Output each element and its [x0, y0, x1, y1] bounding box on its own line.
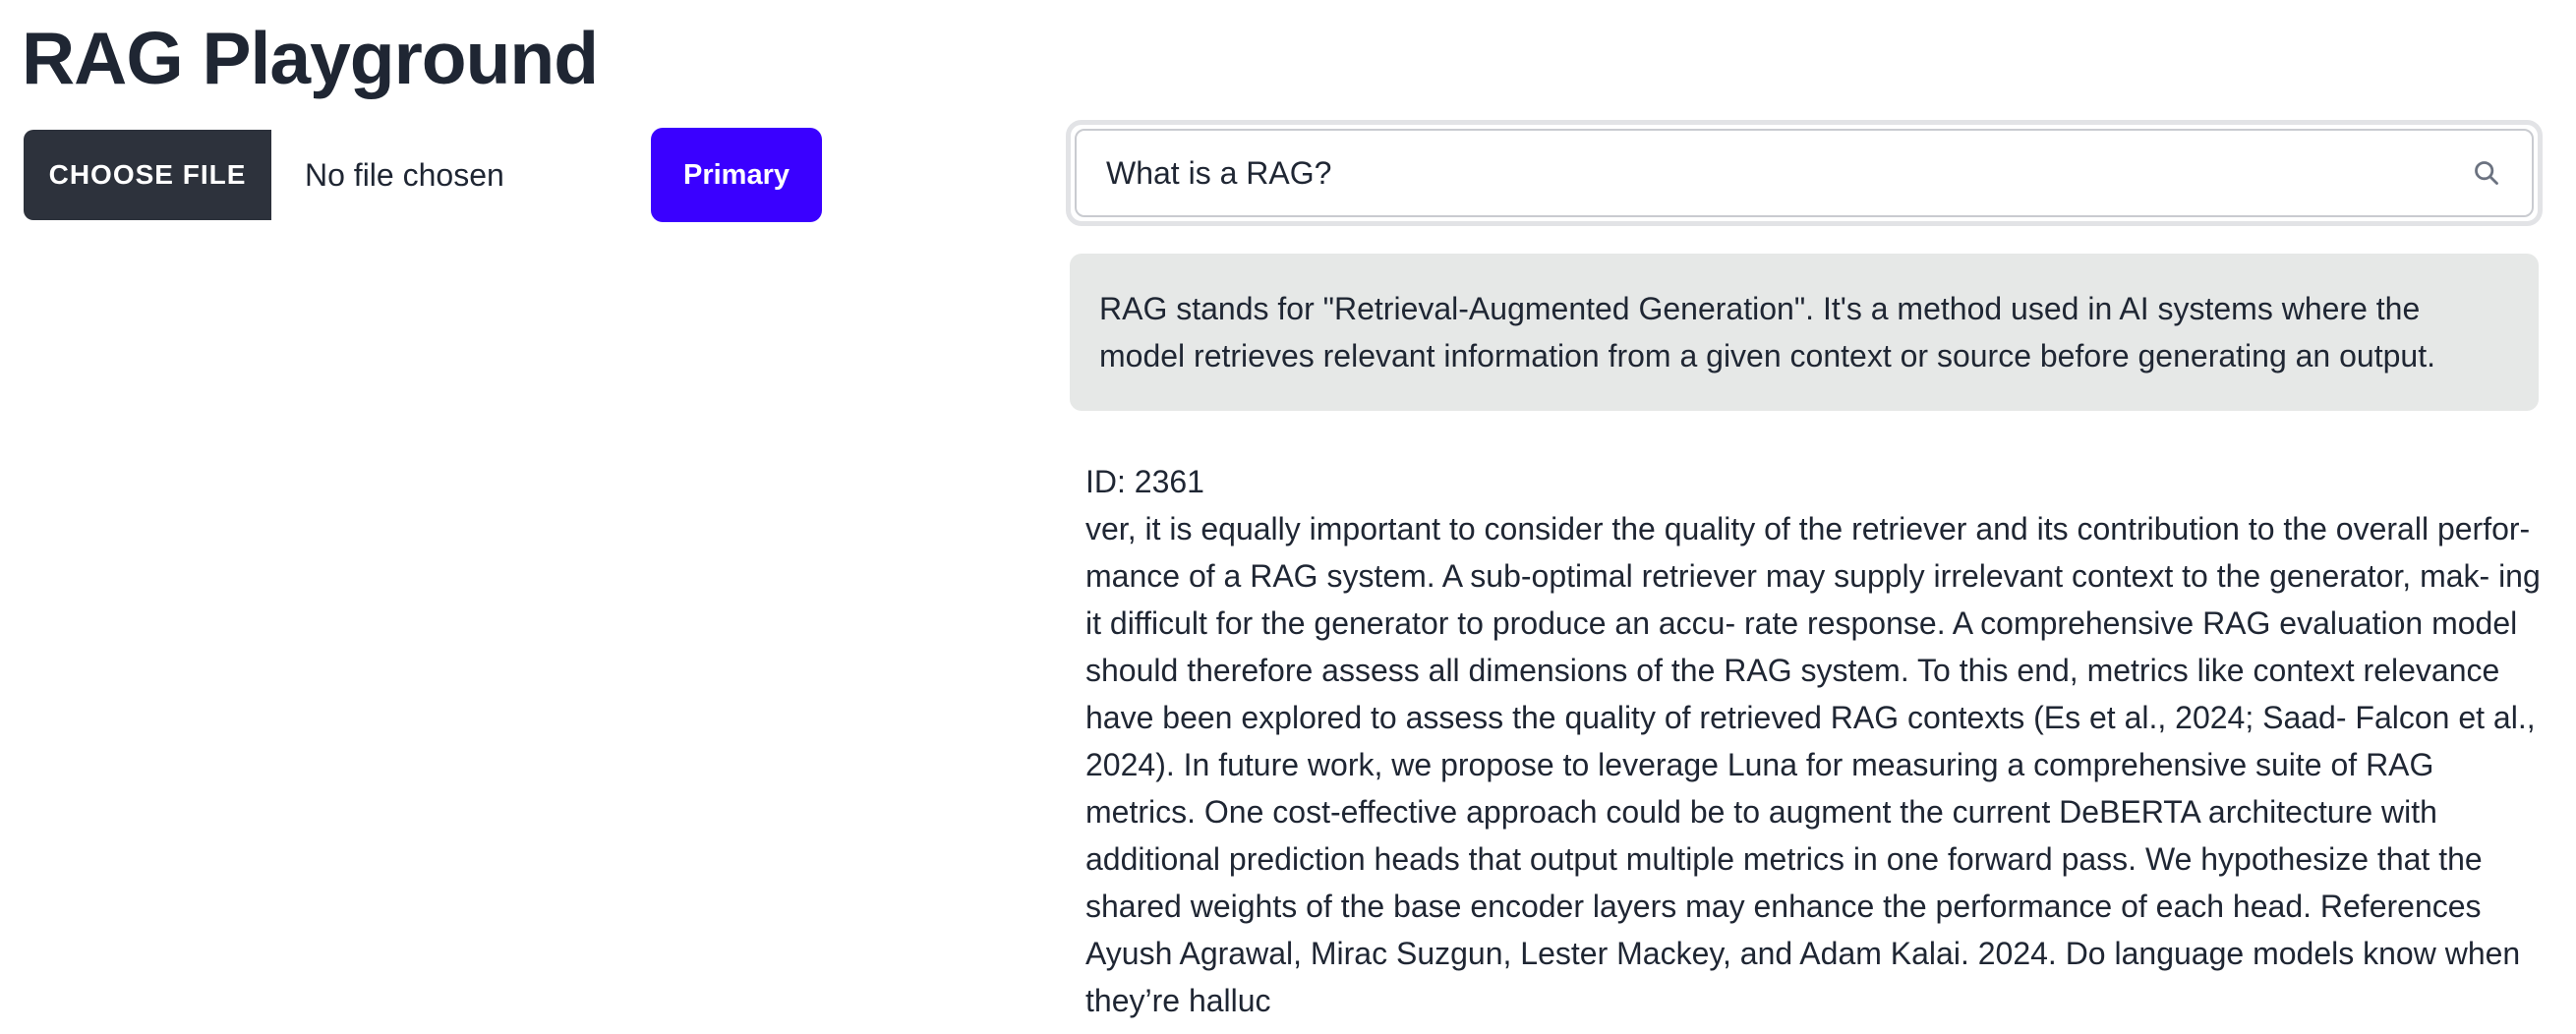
search-input[interactable]: [1077, 130, 2467, 216]
chunk-id: ID: 2361: [1085, 464, 1204, 499]
page-title: RAG Playground: [22, 17, 599, 99]
choose-file-button[interactable]: CHOOSE FILE: [24, 130, 271, 220]
retrieved-chunk: ID: 2361 ver, it is equally important to…: [1085, 458, 2541, 1024]
primary-button[interactable]: Primary: [651, 128, 822, 222]
file-input[interactable]: CHOOSE FILE No file chosen: [24, 130, 504, 220]
search-box: [1066, 120, 2543, 226]
search-icon[interactable]: [2467, 153, 2506, 193]
chunk-text: ver, it is equally important to consider…: [1085, 511, 2541, 1018]
rag-playground-page: RAG Playground CHOOSE FILE No file chose…: [0, 0, 2576, 1034]
search-field-wrapper: [1075, 129, 2534, 217]
file-status-text: No file chosen: [305, 156, 504, 193]
answer-box: RAG stands for "Retrieval-Augmented Gene…: [1070, 254, 2539, 411]
